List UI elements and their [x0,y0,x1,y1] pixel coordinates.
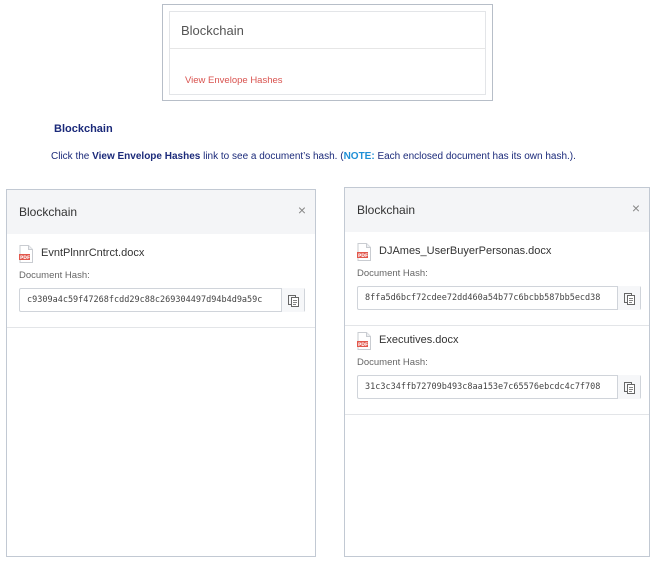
document-hash-field[interactable]: 31c3c34ffb72709b493c8aa153e7c65576ebcdc4… [357,375,641,399]
panel-header: Blockchain × [7,190,315,234]
clipboard-icon [287,294,299,307]
svg-text:PDF: PDF [358,342,368,348]
panel-header: Blockchain × [345,188,649,232]
section-heading: Blockchain [54,123,113,135]
document-entry: PDF EvntPlnnrCntrct.docx Document Hash: … [7,245,315,329]
view-envelope-hashes-link[interactable]: View Envelope Hashes [185,75,283,86]
instruction-prefix: Click the [51,151,93,162]
document-hash-field[interactable]: 8ffa5d6bcf72cdee72dd460a54b77c6bcbb587bb… [357,286,641,310]
clipboard-icon [623,292,635,305]
document-name: Executives.docx [379,334,459,346]
copy-hash-button[interactable] [281,288,304,312]
copy-hash-button[interactable] [617,375,640,399]
blockchain-card: Blockchain View Envelope Hashes [169,11,486,95]
document-hash-field[interactable]: c9309a4c59f47268fcdd29c88c269304497d94b4… [19,288,305,312]
note-label: NOTE: [343,151,375,162]
instruction-link-name: View Envelope Hashes [92,151,201,162]
instruction-text: Click the View Envelope Hashes link to s… [51,151,576,162]
pdf-file-icon: PDF [357,243,371,261]
document-hash-label: Document Hash: [357,268,428,279]
panel-title: Blockchain [19,205,78,219]
copy-hash-button[interactable] [617,286,640,310]
divider [345,414,649,415]
divider [170,48,485,49]
pdf-file-icon: PDF [19,245,33,263]
blockchain-panel-right: Blockchain × PDF DJAmes_UserBuyerPersona… [344,187,650,557]
blockchain-card-title: Blockchain [181,23,244,38]
pdf-file-icon: PDF [357,332,371,350]
svg-text:PDF: PDF [358,253,368,259]
divider [345,325,649,326]
document-hash-value[interactable]: 31c3c34ffb72709b493c8aa153e7c65576ebcdc4… [365,382,615,392]
panel-title: Blockchain [357,203,416,217]
blockchain-card-snippet: Blockchain View Envelope Hashes [162,4,493,101]
instruction-middle: link to see a document’s hash. ( [200,151,344,162]
document-hash-label: Document Hash: [19,270,90,281]
instruction-suffix: Each enclosed document has its own hash.… [374,151,576,162]
document-hash-label: Document Hash: [357,357,428,368]
document-name: EvntPlnnrCntrct.docx [41,247,145,259]
document-entry: PDF DJAmes_UserBuyerPersonas.docx Docume… [345,243,649,327]
divider [7,327,315,328]
close-icon[interactable]: × [298,203,306,217]
close-icon[interactable]: × [632,201,640,215]
document-name: DJAmes_UserBuyerPersonas.docx [379,245,552,257]
document-entry: PDF Executives.docx Document Hash: 31c3c… [345,332,649,416]
document-hash-value[interactable]: c9309a4c59f47268fcdd29c88c269304497d94b4… [27,295,279,305]
document-hash-value[interactable]: 8ffa5d6bcf72cdee72dd460a54b77c6bcbb587bb… [365,293,615,303]
svg-text:PDF: PDF [20,255,30,261]
blockchain-panel-left: Blockchain × PDF EvntPlnnrCntrct.docx Do… [6,189,316,557]
clipboard-icon [623,381,635,394]
